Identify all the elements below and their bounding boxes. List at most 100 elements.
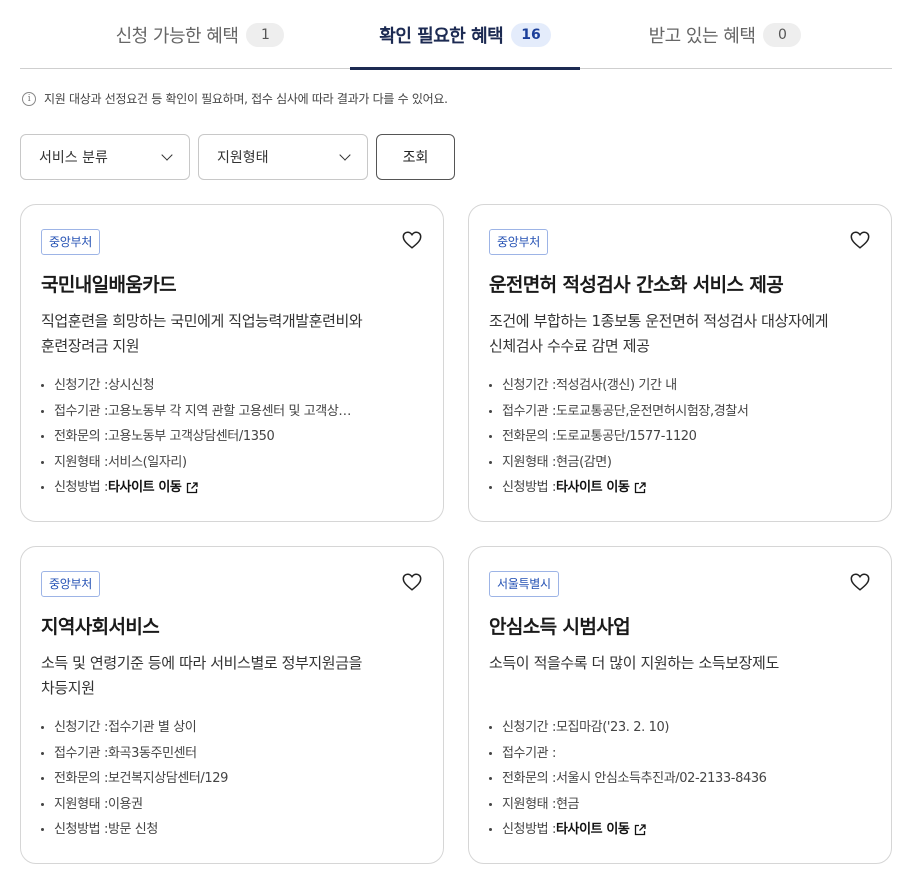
detail-label: 접수기관 : bbox=[502, 745, 556, 761]
detail-phone: 전화문의 : 서울시 안심소득추진과/02-2133-8436 bbox=[489, 766, 871, 792]
agency-badge: 중앙부처 bbox=[41, 229, 100, 255]
detail-phone: 전화문의 : 보건복지상담센터/129 bbox=[41, 766, 423, 792]
detail-period: 신청기간 : 상시신청 bbox=[41, 373, 423, 399]
detail-label: 신청방법 : bbox=[54, 480, 108, 495]
tab-receiving-benefits[interactable]: 받고 있는 혜택 0 bbox=[610, 0, 840, 69]
detail-label: 전화문의 : bbox=[502, 771, 556, 786]
external-site-link[interactable]: 타사이트 이동 bbox=[556, 817, 647, 843]
detail-value: 상시신청 bbox=[107, 378, 155, 393]
description-line: 소득 및 연령기준 등에 따라 서비스별로 정부지원금을 bbox=[41, 654, 363, 672]
detail-label: 지원형태 : bbox=[54, 796, 108, 812]
tab-count-badge: 0 bbox=[763, 22, 802, 47]
detail-agency: 접수기관 : 화곡3동주민센터 bbox=[41, 741, 423, 767]
detail-period: 신청기간 : 접수기관 별 상이 bbox=[41, 715, 423, 741]
detail-value: 모집마감('23. 2. 10) bbox=[555, 720, 669, 735]
query-button[interactable]: 조회 bbox=[376, 134, 455, 180]
agency-badge: 중앙부처 bbox=[489, 229, 548, 255]
description-line: 신체검사 수수료 감면 제공 bbox=[489, 337, 650, 355]
tab-label: 신청 가능한 혜택 bbox=[115, 25, 239, 47]
heart-icon[interactable] bbox=[849, 571, 871, 593]
detail-label: 신청기간 : bbox=[502, 378, 556, 393]
detail-value: 접수기관 별 상이 bbox=[107, 720, 197, 735]
card-details: 신청기간 : 적성검사(갱신) 기간 내 접수기관 : 도로교통공단,운전면허시… bbox=[489, 373, 871, 501]
description-line: 소득이 적을수록 더 많이 지원하는 소득보장제도 bbox=[489, 654, 779, 672]
detail-value: 현금(감면) bbox=[555, 454, 612, 470]
chevron-down-icon bbox=[161, 149, 173, 161]
detail-value: 이용권 bbox=[107, 796, 143, 812]
external-link-icon bbox=[635, 824, 647, 835]
service-category-select[interactable]: 서비스 분류 bbox=[20, 134, 190, 180]
chevron-down-icon bbox=[339, 149, 351, 161]
detail-type: 지원형태 : 이용권 bbox=[41, 792, 423, 818]
detail-agency: 접수기관 : 고용노동부 각 지역 관할 고용센터 및 고객상… bbox=[41, 399, 423, 425]
external-site-link[interactable]: 타사이트 이동 bbox=[108, 475, 199, 501]
heart-icon[interactable] bbox=[849, 229, 871, 251]
detail-value: 고용노동부 각 지역 관할 고용센터 및 고객상… bbox=[107, 403, 352, 419]
detail-label: 신청기간 : bbox=[54, 378, 108, 393]
detail-label: 전화문의 : bbox=[502, 429, 556, 444]
detail-label: 접수기관 : bbox=[502, 403, 556, 419]
info-icon: i bbox=[22, 91, 36, 106]
detail-phone: 전화문의 : 고용노동부 고객상담센터/1350 bbox=[41, 424, 423, 450]
tab-needs-check-benefits[interactable]: 확인 필요한 혜택 16 bbox=[350, 0, 580, 70]
detail-period: 신청기간 : 모집마감('23. 2. 10) bbox=[489, 715, 871, 741]
filter-bar: 서비스 분류 지원형태 조회 bbox=[20, 134, 455, 180]
detail-label: 전화문의 : bbox=[54, 771, 108, 786]
detail-label: 신청기간 : bbox=[502, 720, 556, 735]
detail-label: 접수기관 : bbox=[54, 745, 108, 761]
detail-label: 신청기간 : bbox=[54, 720, 108, 735]
detail-label: 신청방법 : bbox=[54, 822, 108, 837]
detail-value: 방문 신청 bbox=[107, 822, 158, 837]
tab-count-badge: 1 bbox=[246, 22, 285, 47]
heart-icon[interactable] bbox=[401, 571, 423, 593]
tab-available-benefits[interactable]: 신청 가능한 혜택 1 bbox=[80, 0, 320, 69]
card-title: 안심소득 시범사업 bbox=[489, 616, 631, 638]
heart-icon[interactable] bbox=[401, 229, 423, 251]
description-line: 훈련장려금 지원 bbox=[41, 337, 140, 355]
detail-value: 보건복지상담센터/129 bbox=[107, 771, 229, 786]
detail-label: 전화문의 : bbox=[54, 429, 108, 444]
external-link-icon bbox=[635, 482, 647, 493]
detail-agency: 접수기관 : bbox=[489, 741, 871, 767]
description-line: 차등지원 bbox=[41, 679, 95, 697]
detail-type: 지원형태 : 현금(감면) bbox=[489, 450, 871, 476]
card-details: 신청기간 : 접수기관 별 상이 접수기관 : 화곡3동주민센터 전화문의 : … bbox=[41, 715, 423, 843]
card-title: 국민내일배움카드 bbox=[41, 274, 177, 296]
link-text: 타사이트 이동 bbox=[107, 480, 182, 495]
benefit-card[interactable]: 중앙부처 국민내일배움카드 직업훈련을 희망하는 국민에게 직업능력개발훈련비와… bbox=[20, 204, 444, 522]
notice-text: 지원 대상과 선정요건 등 확인이 필요하며, 접수 심사에 따라 결과가 다를… bbox=[44, 92, 448, 106]
link-text: 타사이트 이동 bbox=[555, 822, 630, 837]
detail-method: 신청방법 : 타사이트 이동 bbox=[41, 475, 423, 501]
support-type-select[interactable]: 지원형태 bbox=[198, 134, 368, 180]
benefit-card[interactable]: 중앙부처 지역사회서비스 소득 및 연령기준 등에 따라 서비스별로 정부지원금… bbox=[20, 546, 444, 864]
select-value: 지원형태 bbox=[217, 150, 269, 166]
detail-phone: 전화문의 : 도로교통공단/1577-1120 bbox=[489, 424, 871, 450]
select-value: 서비스 분류 bbox=[39, 150, 108, 166]
detail-period: 신청기간 : 적성검사(갱신) 기간 내 bbox=[489, 373, 871, 399]
detail-value: 현금 bbox=[555, 796, 580, 812]
description-line: 조건에 부합하는 1종보통 운전면허 적성검사 대상자에게 bbox=[489, 312, 829, 330]
detail-value: 고용노동부 고객상담센터/1350 bbox=[107, 429, 275, 444]
benefit-card[interactable]: 서울특별시 안심소득 시범사업 소득이 적을수록 더 많이 지원하는 소득보장제… bbox=[468, 546, 892, 864]
tab-label: 받고 있는 혜택 bbox=[648, 25, 756, 47]
detail-label: 신청방법 : bbox=[502, 822, 556, 837]
detail-value: 적성검사(갱신) 기간 내 bbox=[555, 378, 677, 393]
tab-label: 확인 필요한 혜택 bbox=[379, 25, 504, 47]
detail-agency: 접수기관 : 도로교통공단,운전면허시험장,경찰서 bbox=[489, 399, 871, 425]
card-details: 신청기간 : 모집마감('23. 2. 10) 접수기관 : 전화문의 : 서울… bbox=[489, 715, 871, 843]
external-site-link[interactable]: 타사이트 이동 bbox=[556, 475, 647, 501]
detail-type: 지원형태 : 서비스(일자리) bbox=[41, 450, 423, 476]
link-text: 타사이트 이동 bbox=[555, 480, 630, 495]
detail-value: 화곡3동주민센터 bbox=[107, 745, 197, 761]
detail-value: 서비스(일자리) bbox=[107, 454, 187, 470]
detail-value: 서울시 안심소득추진과/02-2133-8436 bbox=[555, 771, 767, 786]
description-line: 직업훈련을 희망하는 국민에게 직업능력개발훈련비와 bbox=[41, 312, 363, 330]
card-description: 소득이 적을수록 더 많이 지원하는 소득보장제도 bbox=[489, 651, 871, 701]
detail-method: 신청방법 : 타사이트 이동 bbox=[489, 475, 871, 501]
detail-label: 지원형태 : bbox=[502, 454, 556, 470]
detail-method: 신청방법 : 타사이트 이동 bbox=[489, 817, 871, 843]
benefit-tabs: 신청 가능한 혜택 1 확인 필요한 혜택 16 받고 있는 혜택 0 bbox=[20, 0, 892, 70]
detail-value: 도로교통공단/1577-1120 bbox=[555, 429, 697, 444]
detail-label: 접수기관 : bbox=[54, 403, 108, 419]
benefit-card[interactable]: 중앙부처 운전면허 적성검사 간소화 서비스 제공 조건에 부합하는 1종보통 … bbox=[468, 204, 892, 522]
